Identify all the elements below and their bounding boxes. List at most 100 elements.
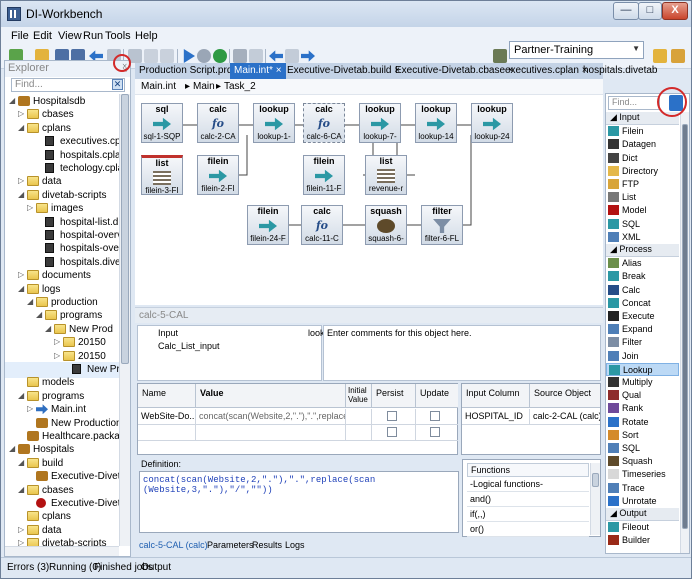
tab-hospitals-divetab[interactable]: hospitals.divetab — [579, 63, 662, 79]
flow-node-lookup[interactable]: lookup lookup-7- — [359, 103, 401, 143]
collapsed-arrow-icon[interactable]: ▷ — [27, 203, 33, 212]
collapsed-arrow-icon[interactable]: ▷ — [18, 270, 24, 279]
toolbox-item-datagen[interactable]: Datagen — [606, 138, 679, 151]
menu-edit[interactable]: Edit — [33, 30, 52, 42]
toolbox-item-execute[interactable]: Execute — [606, 310, 679, 323]
toolbox-section-header[interactable]: ◢ Process — [606, 244, 679, 257]
tab-parameters[interactable]: Parameters — [207, 540, 254, 550]
toolbox-scrollbar[interactable] — [680, 112, 689, 553]
toolbox-item-trace[interactable]: Trace — [606, 482, 679, 495]
toolbox-item-ftp[interactable]: FTP — [606, 178, 679, 191]
panel-title-bar[interactable]: calc-5-CAL — [135, 307, 603, 323]
workspace-open-icon[interactable] — [653, 49, 667, 63]
menu-file[interactable]: File — [11, 30, 29, 42]
expanded-arrow-icon[interactable]: ◢ — [36, 310, 42, 319]
minimize-button[interactable]: — — [613, 2, 639, 20]
toolbox-item-expand[interactable]: Expand — [606, 323, 679, 336]
collapsed-arrow-icon[interactable]: ▷ — [18, 525, 24, 534]
toolbox-item-unrotate[interactable]: Unrotate — [606, 495, 679, 508]
run-all-icon[interactable] — [213, 49, 227, 63]
function-item[interactable]: if(,,) — [467, 508, 589, 522]
expanded-arrow-icon[interactable]: ◢ — [18, 485, 24, 494]
grid-icon[interactable] — [233, 49, 247, 63]
flow-node-squash[interactable]: squash squash-6- — [365, 205, 407, 245]
update-checkbox[interactable] — [430, 427, 440, 437]
menu-run[interactable]: Run — [83, 30, 103, 42]
toolbox-item-concat[interactable]: Concat — [606, 297, 679, 310]
toolbox-item-rotate[interactable]: Rotate — [606, 416, 679, 429]
collapsed-arrow-icon[interactable]: ▷ — [54, 351, 60, 360]
expanded-arrow-icon[interactable]: ◢ — [45, 324, 51, 333]
workspace-select[interactable]: Partner-Training ▼ — [509, 41, 644, 59]
property-row[interactable]: Calc_List_input — [138, 341, 321, 354]
explorer-scroll-thumb[interactable] — [121, 94, 129, 364]
collapsed-arrow-icon[interactable]: ▷ — [27, 404, 33, 413]
step-icon[interactable] — [197, 49, 211, 63]
variable-value-cell[interactable]: concat(scan(Website,2,"."),".",replace(s… — [196, 409, 346, 425]
expanded-arrow-icon[interactable]: ◢ — [18, 458, 24, 467]
collapsed-arrow-icon[interactable]: ▷ — [18, 109, 24, 118]
copy-icon[interactable] — [144, 49, 158, 63]
toolbox-section-header[interactable]: ◢ Output — [606, 508, 679, 521]
toolbox-item-builder[interactable]: Builder — [606, 534, 679, 547]
expanded-arrow-icon[interactable]: ◢ — [18, 190, 24, 199]
flow-node-list[interactable]: list filein-3-FI — [141, 155, 183, 195]
workspace-settings-icon[interactable] — [671, 49, 685, 63]
explorer-hscrollbar[interactable] — [5, 546, 119, 556]
tab-executives-cplan[interactable]: executives.cplan × — [501, 63, 592, 79]
flow-node-calc[interactable]: calc fo calc-2-CA — [197, 103, 239, 143]
toolbox-item-break[interactable]: Break — [606, 270, 679, 283]
expanded-arrow-icon[interactable]: ◢ — [27, 297, 33, 306]
empty-cell[interactable] — [346, 425, 372, 441]
persist-checkbox[interactable] — [387, 411, 397, 421]
tab-calc-object[interactable]: calc-5-CAL (calc) — [139, 540, 208, 550]
close-button[interactable]: X — [662, 2, 688, 20]
function-item[interactable]: and() — [467, 493, 589, 507]
empty-cell[interactable] — [138, 425, 196, 441]
function-category[interactable]: -Logical functions- — [467, 478, 589, 492]
toolbox-item-xml[interactable]: XML — [606, 231, 679, 244]
flow-node-filter[interactable]: filter filter-6-FL — [421, 205, 463, 245]
toolbox-item-multiply[interactable]: Multiply — [606, 376, 679, 389]
toolbox-item-qual[interactable]: Qual — [606, 389, 679, 402]
back-icon[interactable] — [269, 50, 283, 62]
definition-editor[interactable]: concat(scan(Website,2,"."),".",replace(s… — [139, 471, 459, 533]
toolbox-item-dict[interactable]: Dict — [606, 152, 679, 165]
expanded-arrow-icon[interactable]: ◢ — [9, 444, 15, 453]
flow-node-sql[interactable]: sql sql-1-SQP — [141, 103, 183, 143]
comments-field[interactable]: Enter comments for this object here. — [323, 325, 601, 381]
expanded-arrow-icon[interactable]: ◢ — [18, 123, 24, 132]
flow-node-list[interactable]: list revenue-r — [365, 155, 407, 195]
flow-node-calc[interactable]: calc fo calc-11-C — [301, 205, 343, 245]
toolbox-item-sql[interactable]: SQL — [606, 218, 679, 231]
forward-icon[interactable] — [301, 50, 315, 62]
expanded-arrow-icon[interactable]: ◢ — [18, 284, 24, 293]
toolbox-item-join[interactable]: Join — [606, 350, 679, 363]
flow-node-filein[interactable]: filein filein-2-FI — [197, 155, 239, 195]
tab-results[interactable]: Results — [252, 540, 282, 550]
expanded-arrow-icon[interactable]: ◢ — [18, 391, 24, 400]
functions-scrollbar[interactable] — [590, 463, 600, 535]
tab-production-script[interactable]: Production Script.prd × — [135, 63, 245, 79]
toolbox-item-filein[interactable]: Filein — [606, 125, 679, 138]
toolbox-item-timeseries[interactable]: Timeseries — [606, 468, 679, 481]
toolbox-item-sort[interactable]: Sort — [606, 429, 679, 442]
source-object-cell[interactable]: calc-2-CAL (calc) — [530, 409, 600, 425]
flow-node-filein[interactable]: filein filein-11-F — [303, 155, 345, 195]
persist-checkbox[interactable] — [387, 427, 397, 437]
initial-value-cell[interactable] — [346, 409, 372, 425]
toolbox-item-alias[interactable]: Alias — [606, 257, 679, 270]
toolbox-item-fileout[interactable]: Fileout — [606, 521, 679, 534]
flow-node-lookup[interactable]: lookup lookup-1- — [253, 103, 295, 143]
back-disabled-icon[interactable] — [249, 49, 263, 63]
empty-cell[interactable] — [196, 425, 346, 441]
maximize-button[interactable]: □ — [638, 2, 662, 20]
breadcrumb-item[interactable]: Task_2 — [224, 81, 256, 92]
update-checkbox[interactable] — [430, 411, 440, 421]
forward-disabled-icon[interactable] — [285, 49, 299, 63]
toolbox-item-squash[interactable]: Squash — [606, 455, 679, 468]
breadcrumb-item[interactable]: Main — [193, 81, 215, 92]
flow-canvas[interactable]: sql sql-1-SQP calc fo calc-2-CA lookup lookup-… — [135, 95, 603, 305]
output-tab[interactable]: Output — [141, 562, 171, 573]
toolbox-item-filter[interactable]: Filter — [606, 336, 679, 349]
